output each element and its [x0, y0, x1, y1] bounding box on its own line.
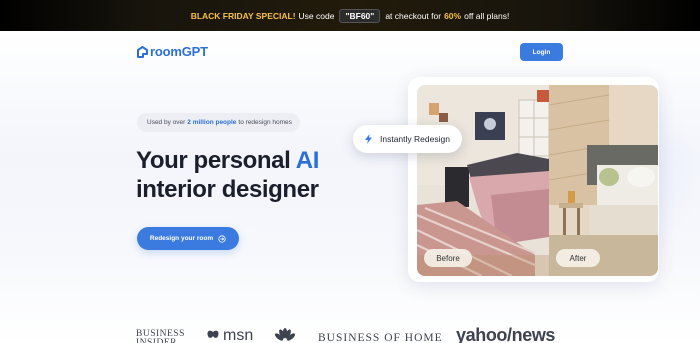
after-tag[interactable]: After: [556, 249, 600, 267]
pill-prefix: Used by over: [147, 119, 186, 126]
headline-part1: Your personal: [136, 147, 291, 174]
headline-ai: AI: [295, 147, 320, 174]
logo-text: roomGPT: [150, 44, 208, 59]
cta-label: Redesign your room: [149, 235, 214, 242]
pill-highlight: 2 million people: [187, 119, 237, 126]
room-illustration: [417, 85, 658, 276]
promo-code: "BF60": [339, 8, 381, 23]
promo-banner: BLACK FRIDAY SPECIAL! Use code "BF60" at…: [0, 0, 700, 31]
usage-pill: Used by over 2 million people to redesig…: [137, 113, 300, 132]
yahoo-news-logo: yahoo/news: [456, 325, 556, 343]
peacock-icon: [275, 328, 295, 341]
chip-label: Instantly Redesign: [380, 134, 450, 144]
business-insider-logo: BUSINESS INSIDER: [136, 329, 185, 343]
butterfly-icon: [207, 330, 219, 338]
promo-discount: 60%: [444, 10, 462, 21]
headline-line2: interior designer: [136, 176, 319, 203]
redesign-room-button[interactable]: Redesign your room: [137, 227, 239, 250]
business-of-home-logo: BUSINESS OF HOME: [318, 332, 443, 343]
press-logos: BUSINESS INSIDER msn BUSINESS OF HOME ya…: [0, 322, 700, 343]
msn-text: msn: [223, 327, 254, 343]
promo-text-1: Use code: [298, 10, 335, 21]
arrow-right-icon: [218, 234, 226, 243]
logo-icon: [137, 45, 148, 58]
before-after-image[interactable]: [417, 85, 658, 276]
login-button[interactable]: Login: [520, 43, 563, 61]
promo-text-2: at checkout for: [385, 10, 442, 21]
lightning-icon: [365, 134, 372, 144]
promo-label: BLACK FRIDAY SPECIAL!: [190, 10, 296, 21]
page-title: Your personal AI interior designer: [136, 146, 396, 204]
msn-logo: msn: [206, 327, 253, 343]
promo-text-3: off all plans!: [464, 10, 510, 21]
before-tag[interactable]: Before: [424, 249, 472, 267]
pill-suffix: to redesign homes: [238, 119, 292, 126]
logo[interactable]: roomGPT: [137, 44, 208, 59]
instantly-redesign-chip[interactable]: Instantly Redesign: [353, 125, 462, 153]
